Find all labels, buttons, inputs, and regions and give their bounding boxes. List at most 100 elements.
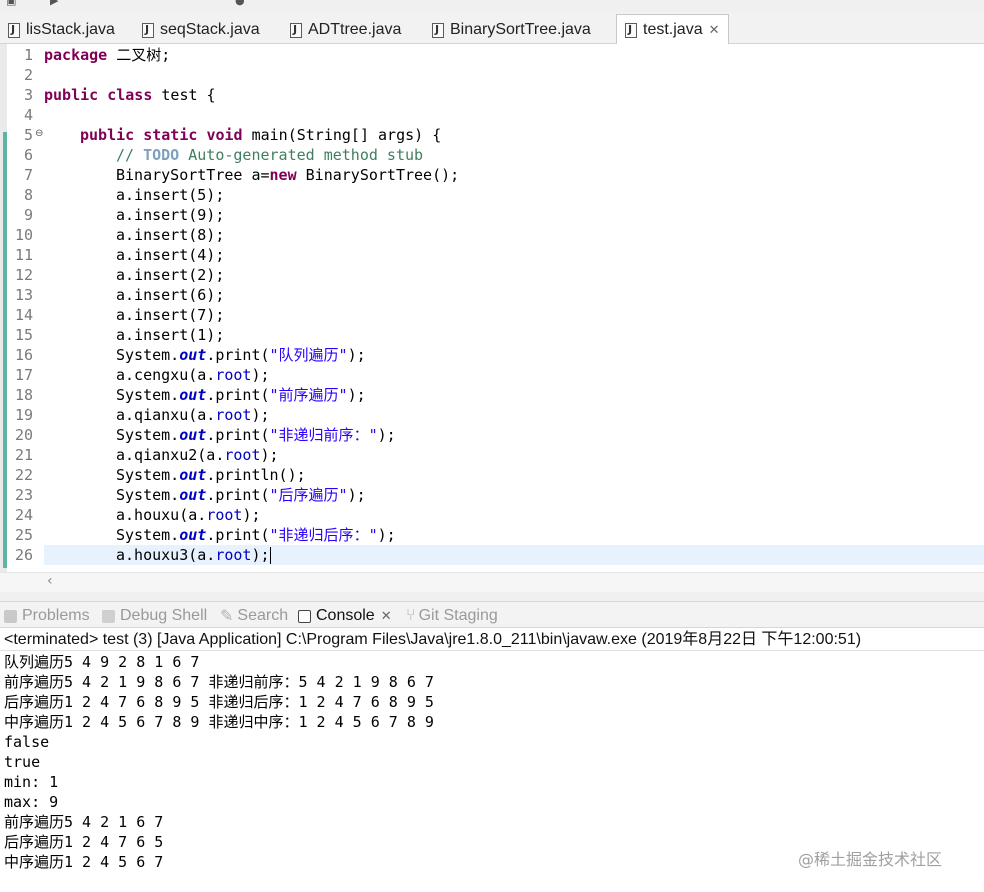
- line-number: 26: [14, 546, 33, 564]
- console-line: 队列遍历5 4 9 2 8 1 6 7: [4, 653, 200, 671]
- code-line: System.out.print("队列遍历");: [116, 346, 366, 364]
- debug-icon[interactable]: ●: [235, 0, 245, 7]
- code-line: System.out.print("非递归后序：");: [116, 526, 396, 544]
- change-ruler: [0, 44, 7, 572]
- toolbar-icon[interactable]: ▣: [6, 0, 16, 7]
- tab-binarysorttree[interactable]: BinarySortTree.java: [424, 16, 599, 44]
- line-number: 19: [14, 406, 33, 424]
- panel-tab-label: Console: [316, 607, 375, 624]
- code-line: public static void main(String[] args) {: [80, 126, 442, 144]
- code-line: a.insert(7);: [116, 306, 225, 324]
- tab-label: lisStack.java: [26, 21, 115, 38]
- tab-label: ADTtree.java: [308, 21, 402, 38]
- tab-git-staging[interactable]: ⑂ Git Staging: [406, 605, 498, 627]
- fold-collapse-icon[interactable]: ⊖: [35, 128, 43, 139]
- debug-shell-icon: [102, 609, 115, 623]
- console-line: 中序遍历1 2 4 5 6 7 8 9 非递归中序：1 2 4 5 6 7 8 …: [4, 713, 434, 731]
- line-number: 24: [14, 506, 33, 524]
- java-file-icon: [290, 22, 302, 38]
- line-number-gutter: 1 2 3 4 5 ⊖ 6 7 8 9 10 11 12 13 14 15 16…: [7, 44, 43, 572]
- panel-tab-label: Debug Shell: [120, 607, 208, 624]
- code-line: // TODO Auto-generated method stub: [116, 146, 424, 164]
- panel-splitter[interactable]: [0, 592, 984, 602]
- console-line: 后序遍历1 2 4 7 6 5: [4, 833, 164, 851]
- console-line: false: [4, 733, 50, 751]
- line-number: 15: [14, 326, 33, 344]
- line-number: 8: [23, 186, 33, 204]
- code-line: a.insert(6);: [116, 286, 225, 304]
- line-number: 10: [14, 226, 33, 244]
- tab-label: seqStack.java: [160, 21, 260, 38]
- console-line: min: 1: [4, 773, 59, 791]
- line-number: 14: [14, 306, 33, 324]
- code-line: System.out.print("前序遍历");: [116, 386, 366, 404]
- line-number: 6: [23, 146, 33, 164]
- console-process-status: <terminated> test (3) [Java Application]…: [0, 629, 984, 651]
- java-file-icon: [8, 22, 20, 38]
- line-number: 22: [14, 466, 33, 484]
- line-number: 21: [14, 446, 33, 464]
- line-number: 16: [14, 346, 33, 364]
- line-number: 23: [14, 486, 33, 504]
- line-number: 9: [23, 206, 33, 224]
- tab-lisstack[interactable]: lisStack.java: [0, 16, 123, 44]
- console-line: true: [4, 753, 41, 771]
- line-number: 25: [14, 526, 33, 544]
- text-caret: [269, 547, 271, 564]
- code-line: a.qianxu(a.root);: [116, 406, 270, 424]
- panel-tab-label: Search: [237, 607, 289, 624]
- console-line: 后序遍历1 2 4 7 6 8 9 5 非递归后序：1 2 4 7 6 8 9 …: [4, 693, 434, 711]
- code-line: a.insert(4);: [116, 246, 225, 264]
- main-toolbar: ▣ ▶ ●: [0, 0, 984, 12]
- code-line: BinarySortTree a=new BinarySortTree();: [116, 166, 460, 184]
- console-line: 前序遍历5 4 2 1 9 8 6 7 非递归前序：5 4 2 1 9 8 6 …: [4, 673, 434, 691]
- run-icon[interactable]: ▶: [50, 0, 58, 7]
- search-icon: ✎: [220, 608, 234, 625]
- line-number: 20: [14, 426, 33, 444]
- tab-label: test.java: [643, 21, 703, 38]
- code-line: a.insert(1);: [116, 326, 225, 344]
- line-number: 12: [14, 266, 33, 284]
- tab-search[interactable]: ✎ Search: [220, 605, 288, 627]
- code-line: a.houxu3(a.root);: [116, 546, 271, 564]
- line-number: 2: [23, 66, 33, 84]
- editor-tab-bar: lisStack.java seqStack.java ADTtree.java…: [0, 12, 984, 45]
- code-line: System.out.print("非递归前序：");: [116, 426, 396, 444]
- bottom-panel-tabs: Problems Debug Shell ✎ Search Console ✕ …: [0, 602, 984, 628]
- git-icon: ⑂: [406, 607, 416, 624]
- scroll-left-icon[interactable]: ‹: [47, 573, 53, 589]
- console-icon: [298, 609, 311, 623]
- tab-debug-shell[interactable]: Debug Shell: [102, 605, 207, 627]
- console-line: max: 9: [4, 793, 59, 811]
- tab-label: BinarySortTree.java: [450, 21, 591, 38]
- code-line: package 二叉树;: [44, 46, 171, 64]
- console-line: 前序遍历5 4 2 1 6 7: [4, 813, 164, 831]
- code-line: a.insert(5);: [116, 186, 225, 204]
- watermark: @稀土掘金技术社区: [798, 850, 943, 869]
- line-number: 3: [23, 86, 33, 104]
- tab-seqstack[interactable]: seqStack.java: [134, 16, 268, 44]
- close-tab-icon[interactable]: ✕: [381, 608, 392, 624]
- tab-problems[interactable]: Problems: [4, 605, 90, 627]
- tab-console[interactable]: Console ✕: [298, 605, 392, 627]
- line-number: 18: [14, 386, 33, 404]
- console-line: 中序遍历1 2 4 5 6 7: [4, 853, 164, 871]
- line-number: 4: [23, 106, 33, 124]
- problems-icon: [4, 609, 17, 623]
- close-tab-icon[interactable]: ✕: [709, 22, 720, 38]
- line-number: 11: [14, 246, 33, 264]
- code-line: a.insert(9);: [116, 206, 225, 224]
- code-editor[interactable]: 1 2 3 4 5 ⊖ 6 7 8 9 10 11 12 13 14 15 16…: [0, 44, 984, 572]
- code-line: System.out.print("后序遍历");: [116, 486, 366, 504]
- code-line: public class test {: [44, 86, 216, 104]
- tab-test[interactable]: test.java ✕: [616, 14, 729, 45]
- line-number: 17: [14, 366, 33, 384]
- panel-tab-label: Git Staging: [418, 607, 498, 624]
- code-line: a.houxu(a.root);: [116, 506, 261, 524]
- editor-horizontal-scrollbar[interactable]: ‹: [0, 572, 984, 592]
- tab-adttree[interactable]: ADTtree.java: [282, 16, 409, 44]
- code-line: a.insert(2);: [116, 266, 225, 284]
- line-number: 7: [23, 166, 33, 184]
- line-number: 5: [23, 126, 33, 144]
- line-number: 13: [14, 286, 33, 304]
